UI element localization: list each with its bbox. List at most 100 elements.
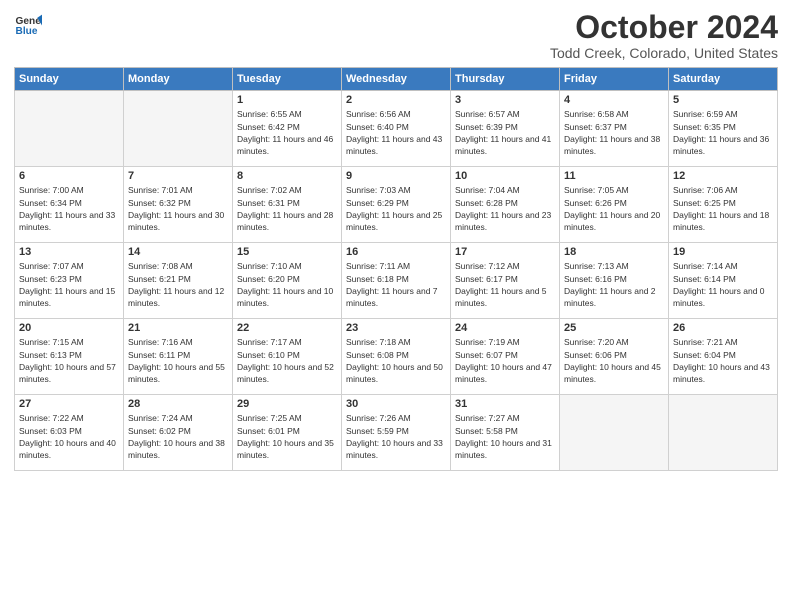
day-number: 16 [346, 246, 446, 258]
sunset-text: Sunset: 6:34 PM [19, 198, 82, 208]
sunrise-text: Sunrise: 6:59 AM [673, 109, 738, 119]
calendar-cell: 12Sunrise: 7:06 AMSunset: 6:25 PMDayligh… [669, 167, 778, 243]
day-info: Sunrise: 7:05 AMSunset: 6:26 PMDaylight:… [564, 184, 664, 233]
day-info: Sunrise: 7:24 AMSunset: 6:02 PMDaylight:… [128, 412, 228, 461]
daylight-text: Daylight: 10 hours and 31 minutes. [455, 438, 552, 460]
sunrise-text: Sunrise: 7:05 AM [564, 185, 629, 195]
daylight-text: Daylight: 11 hours and 36 minutes. [673, 134, 769, 156]
daylight-text: Daylight: 11 hours and 28 minutes. [237, 210, 333, 232]
day-info: Sunrise: 7:15 AMSunset: 6:13 PMDaylight:… [19, 336, 119, 385]
calendar-cell: 22Sunrise: 7:17 AMSunset: 6:10 PMDayligh… [233, 319, 342, 395]
day-info: Sunrise: 6:55 AMSunset: 6:42 PMDaylight:… [237, 108, 337, 157]
daylight-text: Daylight: 10 hours and 45 minutes. [564, 362, 661, 384]
sunset-text: Sunset: 6:35 PM [673, 122, 736, 132]
daylight-text: Daylight: 10 hours and 50 minutes. [346, 362, 443, 384]
sunrise-text: Sunrise: 7:20 AM [564, 337, 629, 347]
day-info: Sunrise: 7:08 AMSunset: 6:21 PMDaylight:… [128, 260, 228, 309]
day-number: 26 [673, 322, 773, 334]
day-number: 2 [346, 94, 446, 106]
calendar-cell: 8 Sunrise: 7:02 AMSunset: 6:31 PMDaylight… [233, 167, 342, 243]
day-info: Sunrise: 7:20 AM Sunset: 6:06 PM Daylight:… [564, 336, 664, 385]
col-tuesday: Tuesday [233, 68, 342, 91]
sunset-text: Sunset: 6:26 PM [564, 198, 627, 208]
calendar-cell: 28 Sunrise: 7:24 AMSunset: 6:02 PMDayligh… [124, 395, 233, 471]
calendar-week-5: 27Sunrise: 7:22 AMSunset: 6:03 PMDayligh… [15, 395, 778, 471]
day-number: 8 [237, 170, 337, 182]
sunrise-text: Sunrise: 6:55 AM [237, 109, 302, 119]
day-info: Sunrise: 7:04 AMSunset: 6:28 PMDaylight:… [455, 184, 555, 233]
daylight-text: Daylight: 11 hours and 23 minutes. [455, 210, 551, 232]
day-info: Sunrise: 7:00 AMSunset: 6:34 PMDaylight:… [19, 184, 119, 233]
col-saturday: Saturday [669, 68, 778, 91]
day-info: Sunrise: 7:14 AMSunset: 6:14 PMDaylight:… [673, 260, 773, 309]
daylight-text: Daylight: 11 hours and 7 minutes. [346, 286, 438, 308]
day-number: 21 [128, 322, 228, 334]
sunrise-text: Sunrise: 7:18 AM [346, 337, 411, 347]
sunrise-text: Sunrise: 7:12 AM [455, 261, 520, 271]
calendar-cell: 24Sunrise: 7:19 AMSunset: 6:07 PMDayligh… [451, 319, 560, 395]
day-number: 18 [564, 246, 664, 258]
calendar-week-4: 20Sunrise: 7:15 AMSunset: 6:13 PMDayligh… [15, 319, 778, 395]
day-number: 7 [128, 170, 228, 182]
calendar-cell: 30Sunrise: 7:26 AMSunset: 5:59 PMDayligh… [342, 395, 451, 471]
day-info: Sunrise: 7:07 AMSunset: 6:23 PMDaylight:… [19, 260, 119, 309]
calendar-cell: 25Sunrise: 7:20 AMSunset: 6:06 PMDayligh… [560, 319, 669, 395]
day-number: 19 [673, 246, 773, 258]
sunrise-text: Sunrise: 7:17 AM [237, 337, 302, 347]
sunset-text: Sunset: 6:03 PM [19, 426, 82, 436]
col-wednesday: Wednesday [342, 68, 451, 91]
sunset-text: Sunset: 6:25 PM [673, 198, 736, 208]
sunset-text: Sunset: 6:06 PM [564, 350, 627, 360]
day-number: 15 [237, 246, 337, 258]
day-info: Sunrise: 7:25 AMSunset: 6:01 PMDaylight:… [237, 412, 337, 461]
sunset-text: Sunset: 6:37 PM [564, 122, 627, 132]
day-info: Sunrise: 7:03 AMSunset: 6:29 PMDaylight:… [346, 184, 446, 233]
calendar-cell: 16Sunrise: 7:11 AMSunset: 6:18 PMDayligh… [342, 243, 451, 319]
daylight-text: Daylight: 10 hours and 47 minutes. [455, 362, 552, 384]
daylight-text: Daylight: 11 hours and 18 minutes. [673, 210, 769, 232]
sunset-text: Sunset: 6:21 PM [128, 274, 191, 284]
sunrise-text: Sunrise: 7:16 AM [128, 337, 193, 347]
day-number: 30 [346, 398, 446, 410]
col-sunday: Sunday [15, 68, 124, 91]
calendar-cell: 3Sunrise: 6:57 AMSunset: 6:39 PMDaylight… [451, 91, 560, 167]
day-info: Sunrise: 7:02 AMSunset: 6:31 PMDaylight:… [237, 184, 337, 233]
location: Todd Creek, Colorado, United States [550, 45, 778, 61]
sunset-text: Sunset: 6:10 PM [237, 350, 300, 360]
calendar-cell: 13Sunrise: 7:07 AMSunset: 6:23 PMDayligh… [15, 243, 124, 319]
calendar-cell: 5Sunrise: 6:59 AMSunset: 6:35 PMDaylight… [669, 91, 778, 167]
page: General Blue October 2024 Todd Creek, Co… [0, 0, 792, 612]
day-number: 9 [346, 170, 446, 182]
day-number: 24 [455, 322, 555, 334]
calendar-cell: 26Sunrise: 7:21 AMSunset: 6:04 PMDayligh… [669, 319, 778, 395]
calendar-week-2: 6 Sunrise: 7:00 AMSunset: 6:34 PMDaylight… [15, 167, 778, 243]
daylight-text: Daylight: 11 hours and 38 minutes. [564, 134, 660, 156]
sunset-text: Sunset: 6:18 PM [346, 274, 409, 284]
day-number: 6 [19, 170, 119, 182]
sunrise-text: Sunrise: 7:27 AM [455, 413, 520, 423]
col-thursday: Thursday [451, 68, 560, 91]
day-number: 28 [128, 398, 228, 410]
day-number: 1 [237, 94, 337, 106]
day-info: Sunrise: 7:13 AMSunset: 6:16 PMDaylight:… [564, 260, 664, 309]
calendar-cell: 17Sunrise: 7:12 AMSunset: 6:17 PMDayligh… [451, 243, 560, 319]
calendar-cell: 18 Sunrise: 7:13 AMSunset: 6:16 PMDayligh… [560, 243, 669, 319]
day-number: 31 [455, 398, 555, 410]
calendar-cell: 19 Sunrise: 7:14 AMSunset: 6:14 PMDayligh… [669, 243, 778, 319]
calendar-cell [124, 91, 233, 167]
sunset-text: Sunset: 6:17 PM [455, 274, 518, 284]
calendar-cell: 6 Sunrise: 7:00 AMSunset: 6:34 PMDaylight… [15, 167, 124, 243]
calendar-cell: 9 Sunrise: 7:03 AMSunset: 6:29 PMDaylight… [342, 167, 451, 243]
daylight-text: Daylight: 10 hours and 38 minutes. [128, 438, 225, 460]
daylight-text: Daylight: 11 hours and 25 minutes. [346, 210, 442, 232]
calendar-cell: 7Sunrise: 7:01 AMSunset: 6:32 PMDaylight… [124, 167, 233, 243]
sunrise-text: Sunrise: 7:07 AM [19, 261, 84, 271]
sunrise-text: Sunrise: 7:03 AM [346, 185, 411, 195]
sunrise-text: Sunrise: 7:13 AM [564, 261, 629, 271]
month-title: October 2024 [550, 10, 778, 45]
sunrise-text: Sunrise: 7:10 AM [237, 261, 302, 271]
day-number: 29 [237, 398, 337, 410]
calendar-cell: 27Sunrise: 7:22 AMSunset: 6:03 PMDayligh… [15, 395, 124, 471]
daylight-text: Daylight: 11 hours and 33 minutes. [19, 210, 115, 232]
day-info: Sunrise: 6:58 AMSunset: 6:37 PMDaylight:… [564, 108, 664, 157]
